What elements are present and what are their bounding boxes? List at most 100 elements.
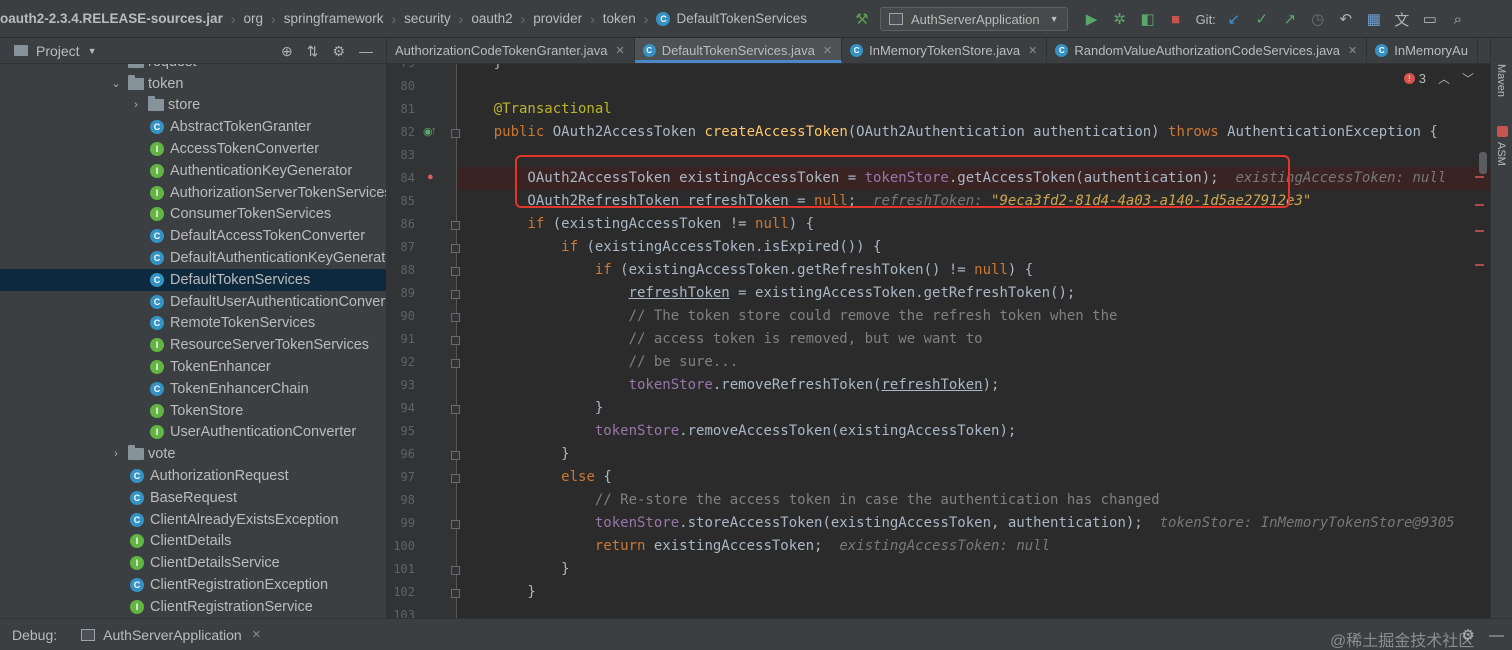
code-line[interactable]: } xyxy=(460,64,1490,75)
tree-item[interactable]: I ClientDetailsService xyxy=(0,552,386,574)
code-line[interactable]: tokenStore.storeAccessToken(existingAcce… xyxy=(460,512,1490,535)
editor-tab[interactable]: C InMemoryAu xyxy=(1367,38,1478,63)
git-update-icon[interactable]: ↙ xyxy=(1223,8,1245,30)
tree-item[interactable]: I TokenStore xyxy=(0,400,386,422)
tree-item[interactable]: C BaseRequest xyxy=(0,487,386,509)
previous-highlight-icon[interactable]: ︿ xyxy=(1438,70,1450,87)
tree-item[interactable]: C AbstractTokenGranter xyxy=(0,116,386,138)
code-line[interactable]: return existingAccessToken; existingAcce… xyxy=(460,535,1490,558)
editor-tab[interactable]: C InMemoryTokenStore.java ✕ xyxy=(842,38,1048,63)
tree-item[interactable]: C DefaultUserAuthenticationConverter xyxy=(0,291,386,313)
code-line[interactable]: // be sure... xyxy=(460,351,1490,374)
chevron-down-icon[interactable]: ⌄ xyxy=(110,77,122,90)
debug-icon[interactable]: ✲ xyxy=(1109,8,1131,30)
close-icon[interactable]: ✕ xyxy=(1028,44,1037,57)
code-line[interactable]: // access token is removed, but we want … xyxy=(460,328,1490,351)
editor-tab[interactable]: AuthorizationCodeTokenGranter.java ✕ xyxy=(387,38,635,63)
history-icon[interactable]: ◷ xyxy=(1307,8,1329,30)
build-hammer-icon[interactable]: ⚒ xyxy=(851,8,873,30)
tree-item[interactable]: ⌄ token xyxy=(0,73,386,95)
coverage-icon[interactable]: ◧ xyxy=(1137,8,1159,30)
fold-marker[interactable] xyxy=(451,451,460,460)
locate-icon[interactable]: ⊕ xyxy=(281,43,293,60)
fold-marker[interactable] xyxy=(451,267,460,276)
gear-icon[interactable]: ⚙ xyxy=(332,43,345,60)
tree-item[interactable]: C TokenEnhancerChain xyxy=(0,378,386,400)
tree-item[interactable]: I ClientRegistrationService xyxy=(0,596,386,618)
fold-marker[interactable] xyxy=(451,589,460,598)
breakpoint-icon[interactable]: ● xyxy=(427,171,434,183)
breadcrumb-item[interactable]: C DefaultTokenServices xyxy=(652,11,811,26)
gear-icon[interactable]: ⚙ xyxy=(1461,627,1474,644)
error-stripe-marker[interactable] xyxy=(1475,204,1484,206)
code-editor[interactable]: 79 80 81 82 83 84 85 86 87 88 89 90 91 92 93 94 95 96 97 98… xyxy=(387,64,1490,618)
code-line[interactable]: } xyxy=(460,558,1490,581)
run-configuration-select[interactable]: AuthServerApplication ▼ xyxy=(880,7,1068,31)
chevron-right-icon[interactable]: › xyxy=(110,448,122,460)
collapse-all-icon[interactable]: ⇅ xyxy=(307,43,319,60)
breadcrumb-item[interactable]: provider xyxy=(529,11,586,26)
chevron-right-icon[interactable]: › xyxy=(130,99,142,111)
tree-item[interactable]: › vote xyxy=(0,443,386,465)
inspection-widget[interactable]: ! 3 ︿ ﹀ xyxy=(1403,70,1474,87)
maven-tool-tab[interactable]: Maven xyxy=(1495,64,1507,97)
close-icon[interactable]: ✕ xyxy=(252,628,261,641)
tree-item[interactable]: I ConsumerTokenServices xyxy=(0,204,386,226)
tree-item[interactable]: C DefaultAuthenticationKeyGenerator xyxy=(0,247,386,269)
debug-session-tab[interactable]: AuthServerApplication ✕ xyxy=(81,627,261,643)
tree-item[interactable]: I AuthenticationKeyGenerator xyxy=(0,160,386,182)
fold-marker[interactable] xyxy=(451,244,460,253)
fold-marker[interactable] xyxy=(451,405,460,414)
breadcrumb-item[interactable]: org xyxy=(240,11,268,26)
tree-item[interactable]: I UserAuthenticationConverter xyxy=(0,422,386,444)
code-line[interactable]: refreshToken = existingAccessToken.getRe… xyxy=(460,282,1490,305)
error-stripe-marker[interactable] xyxy=(1475,230,1484,232)
override-icon[interactable]: ↑ xyxy=(431,125,437,137)
project-structure-icon[interactable]: ▦ xyxy=(1363,8,1385,30)
tree-item[interactable]: I TokenEnhancer xyxy=(0,356,386,378)
tree-item[interactable]: C AuthorizationRequest xyxy=(0,465,386,487)
editor-gutter[interactable]: 79 80 81 82 83 84 85 86 87 88 89 90 91 92 93 94 95 96 97 98… xyxy=(387,64,460,618)
tree-item[interactable]: C DefaultAccessTokenConverter xyxy=(0,225,386,247)
tree-item[interactable]: C ClientRegistrationException xyxy=(0,574,386,596)
hide-icon[interactable]: — xyxy=(1489,627,1504,644)
fold-marker[interactable] xyxy=(451,336,460,345)
breadcrumb-item[interactable]: springframework xyxy=(280,11,388,26)
code-line[interactable]: // Re-store the access token in case the… xyxy=(460,489,1490,512)
code-line[interactable]: } xyxy=(460,581,1490,604)
fold-marker[interactable] xyxy=(451,359,460,368)
error-stripe-marker[interactable] xyxy=(1475,176,1484,178)
tree-item[interactable]: › store xyxy=(0,95,386,117)
tree-item[interactable]: I ClientDetails xyxy=(0,531,386,553)
git-push-icon[interactable]: ↗ xyxy=(1279,8,1301,30)
breadcrumb-item[interactable]: oauth2-2.3.4.RELEASE-sources.jar xyxy=(0,11,227,26)
fold-marker[interactable] xyxy=(451,129,460,138)
code-line[interactable]: @Transactional xyxy=(460,98,1490,121)
stop-icon[interactable]: ■ xyxy=(1165,8,1187,30)
git-commit-icon[interactable]: ✓ xyxy=(1251,8,1273,30)
tree-item[interactable]: I ResourceServerTokenServices xyxy=(0,334,386,356)
tree-item[interactable]: I AccessTokenConverter xyxy=(0,138,386,160)
fold-marker[interactable] xyxy=(451,474,460,483)
fold-marker[interactable] xyxy=(451,221,460,230)
code-line[interactable]: if (existingAccessToken != null) { xyxy=(460,213,1490,236)
code-line[interactable]: // The token store could remove the refr… xyxy=(460,305,1490,328)
code-line[interactable]: tokenStore.removeAccessToken(existingAcc… xyxy=(460,420,1490,443)
fold-marker[interactable] xyxy=(451,313,460,322)
asm-tool-tab[interactable]: ASM xyxy=(1495,142,1507,166)
tree-item[interactable]: C RemoteTokenServices xyxy=(0,313,386,335)
fold-marker[interactable] xyxy=(451,566,460,575)
search-icon[interactable]: ⌕ xyxy=(1447,8,1469,30)
breadcrumb-item[interactable]: security xyxy=(400,11,455,26)
rollback-icon[interactable]: ↶ xyxy=(1335,8,1357,30)
close-icon[interactable]: ✕ xyxy=(823,44,832,57)
code-line[interactable]: if (existingAccessToken.isExpired()) { xyxy=(460,236,1490,259)
close-icon[interactable]: ✕ xyxy=(615,44,624,57)
editor-tab[interactable]: C RandomValueAuthorizationCodeServices.ja… xyxy=(1047,38,1368,63)
breadcrumb-item[interactable]: oauth2 xyxy=(467,11,516,26)
code-line[interactable]: public OAuth2AccessToken createAccessTok… xyxy=(460,121,1490,144)
error-stripe-marker[interactable] xyxy=(1475,264,1484,266)
code-line[interactable] xyxy=(460,604,1490,618)
tree-item[interactable]: request xyxy=(0,64,386,73)
run-icon[interactable]: ▶ xyxy=(1081,8,1103,30)
